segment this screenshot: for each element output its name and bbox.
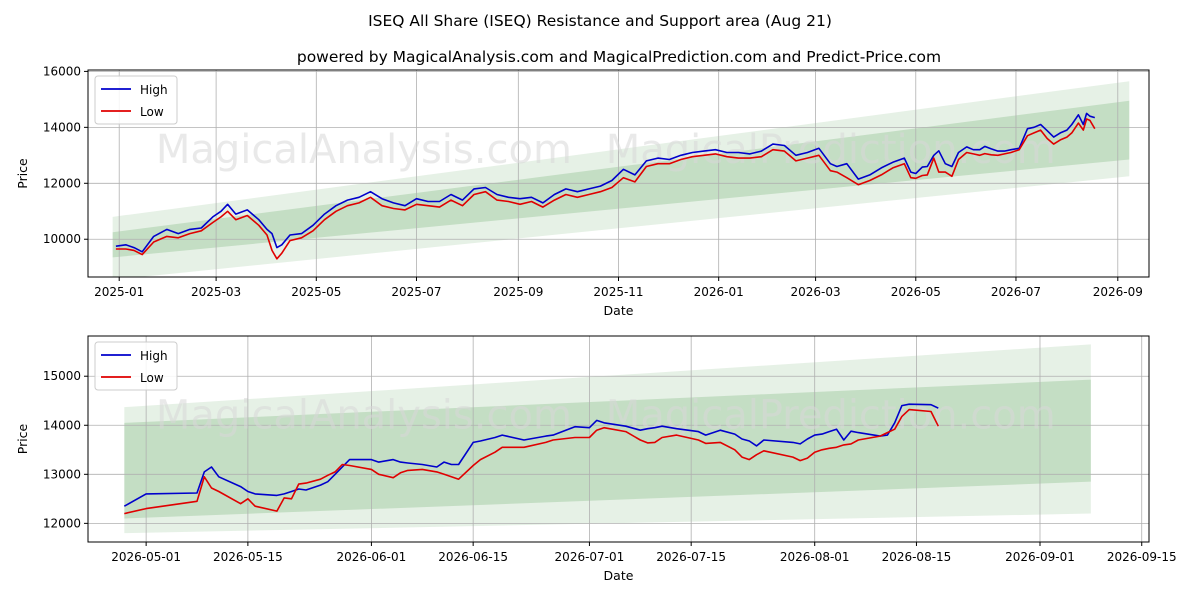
watermark-right: MagicalPrediction.com	[606, 127, 1056, 173]
x-axis-label: Date	[604, 303, 634, 318]
y-axis: 12000 13000 14000 15000	[43, 369, 88, 530]
watermark-left: MagicalAnalysis.com	[156, 127, 572, 173]
x-tick-label: 2025-03	[191, 285, 241, 299]
y-axis-label: Price	[15, 423, 30, 454]
x-axis: 2025-01 2025-03 2025-05 2025-07 2025-09 2025-…	[94, 277, 1143, 299]
top-price-chart: MagicalAnalysis.com MagicalPrediction.com…	[15, 64, 1150, 318]
x-tick-label: 2026-07-15	[656, 550, 726, 564]
x-tick-label: 2026-08-15	[882, 550, 952, 564]
y-tick-label: 14000	[43, 120, 81, 134]
x-tick-label: 2026-07	[991, 285, 1041, 299]
legend-label-high: High	[140, 349, 168, 363]
x-axis-label: Date	[604, 568, 634, 583]
x-tick-label: 2026-09	[1093, 285, 1143, 299]
x-tick-label: 2026-03	[791, 285, 841, 299]
y-tick-label: 14000	[43, 418, 81, 432]
x-axis: 2026-05-01 2026-05-15 2026-06-01 2026-06-15…	[111, 542, 1177, 564]
x-tick-label: 2025-07	[391, 285, 441, 299]
bottom-price-chart-zoom: MagicalAnalysis.com MagicalPrediction.com…	[15, 335, 1177, 583]
support-resistance-bands	[124, 344, 1091, 534]
legend: High Low	[94, 341, 178, 391]
y-tick-label: 12000	[43, 176, 81, 190]
x-tick-label: 2025-05	[291, 285, 341, 299]
legend-label-low: Low	[140, 371, 164, 385]
x-tick-label: 2026-08-01	[780, 550, 850, 564]
chart-title: ISEQ All Share (ISEQ) Resistance and Sup…	[368, 12, 832, 30]
x-tick-label: 2026-05-15	[213, 550, 283, 564]
chart-figure: ISEQ All Share (ISEQ) Resistance and Sup…	[15, 12, 1177, 583]
x-tick-label: 2026-05	[891, 285, 941, 299]
legend-label-low: Low	[140, 105, 164, 119]
x-tick-label: 2025-09	[493, 285, 543, 299]
x-tick-label: 2026-09-15	[1107, 550, 1177, 564]
x-tick-label: 2025-11	[593, 285, 643, 299]
x-tick-label: 2026-01	[694, 285, 744, 299]
legend: High Low	[94, 75, 178, 125]
x-tick-label: 2026-07-01	[555, 550, 625, 564]
x-tick-label: 2025-01	[94, 285, 144, 299]
x-tick-label: 2026-05-01	[111, 550, 181, 564]
y-tick-label: 10000	[43, 232, 81, 246]
y-tick-label: 13000	[43, 467, 81, 481]
y-axis-label: Price	[15, 158, 30, 189]
watermark-left: MagicalAnalysis.com	[156, 393, 572, 439]
x-tick-label: 2026-09-01	[1005, 550, 1075, 564]
y-tick-label: 12000	[43, 516, 81, 530]
y-axis: 10000 12000 14000 16000	[43, 64, 88, 246]
legend-label-high: High	[140, 83, 168, 97]
y-tick-label: 15000	[43, 369, 81, 383]
chart-subtitle: powered by MagicalAnalysis.com and Magic…	[297, 48, 941, 66]
x-tick-label: 2026-06-01	[337, 550, 407, 564]
y-tick-label: 16000	[43, 64, 81, 78]
x-tick-label: 2026-06-15	[438, 550, 508, 564]
